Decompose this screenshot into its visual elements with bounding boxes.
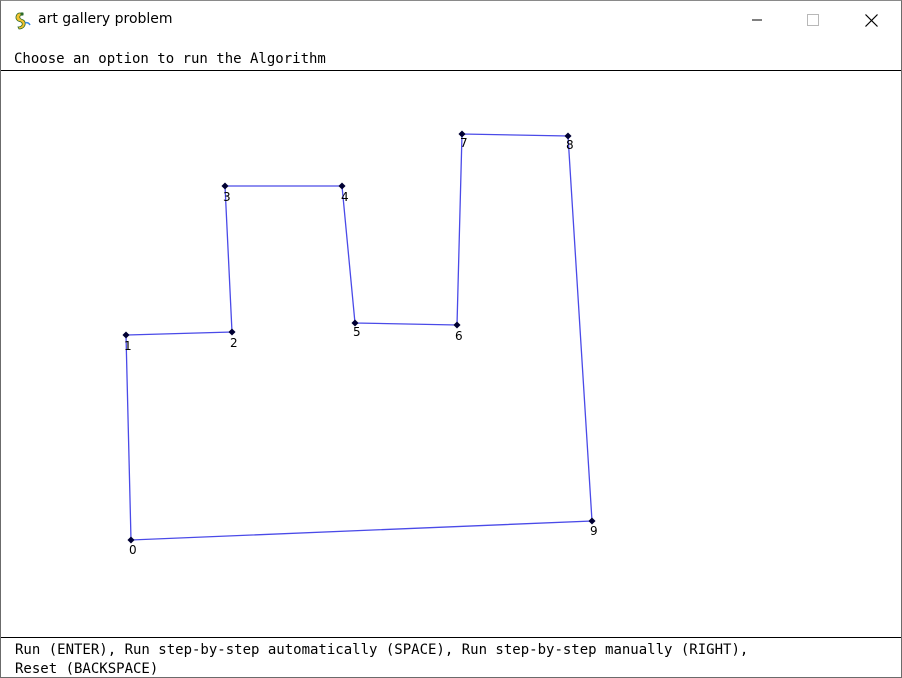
vertex-3 (221, 182, 229, 190)
vertex-label-2: 2 (230, 336, 238, 350)
minimize-icon (752, 19, 762, 21)
window-title: art gallery problem (38, 11, 173, 27)
vertex-1 (122, 331, 130, 339)
vertex-label-3: 3 (223, 190, 231, 204)
maximize-button[interactable] (790, 1, 836, 39)
polygon-canvas[interactable]: 0 1 2 3 4 5 6 7 8 9 (1, 71, 901, 637)
vertex-label-6: 6 (455, 329, 463, 343)
vertex-label-9: 9 (590, 524, 598, 538)
vertex-label-4: 4 (341, 190, 349, 204)
vertex-label-7: 7 (460, 136, 468, 150)
vertex-4 (338, 182, 346, 190)
vertex-label-1: 1 (124, 339, 132, 353)
vertex-label-8: 8 (566, 138, 574, 152)
polygon-vertices: 0 1 2 3 4 5 6 7 8 9 (122, 130, 598, 557)
vertex-2 (228, 328, 236, 336)
status-message: Choose an option to run the Algorithm (14, 51, 326, 67)
app-window: art gallery problem Choose an option to … (0, 0, 902, 678)
vertex-6 (453, 321, 461, 329)
vertex-label-5: 5 (353, 325, 361, 339)
minimize-button[interactable] (734, 1, 780, 39)
close-icon (864, 13, 878, 27)
vertex-label-0: 0 (129, 543, 137, 557)
bottom-divider (1, 637, 901, 638)
close-button[interactable] (848, 1, 894, 39)
pygame-snake-icon (15, 12, 31, 30)
title-bar[interactable]: art gallery problem (1, 1, 901, 39)
maximize-icon (807, 14, 819, 26)
help-line-2: Reset (BACKSPACE) (15, 661, 159, 677)
help-text: Run (ENTER), Run step-by-step automatica… (15, 641, 749, 677)
help-line-1: Run (ENTER), Run step-by-step automatica… (15, 642, 749, 658)
